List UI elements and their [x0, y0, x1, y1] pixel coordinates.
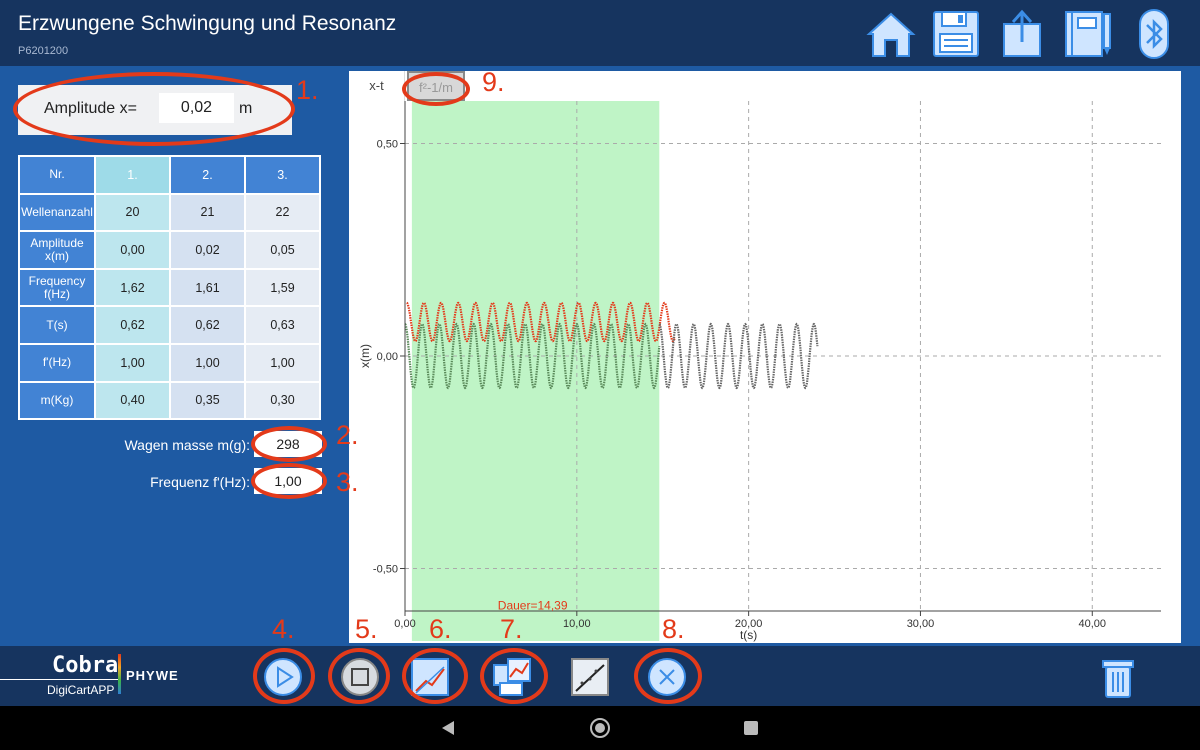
xt-chart[interactable]: 0,00 10,00 20,00 30,00 40,000,500,00-0,50t(s… — [349, 71, 1181, 643]
android-nav-bar — [0, 706, 1200, 750]
table-cell: 0,35 — [169, 380, 246, 421]
annotation-number-9: 9. — [482, 67, 505, 97]
table-cell: 0,05 — [244, 230, 321, 270]
column-header-1[interactable]: 1. — [94, 155, 171, 195]
table-row: Frequency f(Hz) 1,62 1,61 1,59 — [18, 267, 321, 308]
table-cell: 1,61 — [169, 267, 246, 308]
annotation-number-1: 1. — [296, 75, 319, 105]
x-axis-label: t(s) — [740, 628, 757, 642]
back-icon[interactable] — [440, 720, 456, 736]
y-axis-label: x(m) — [358, 344, 372, 368]
x-tick-label: 0,00 — [394, 618, 415, 630]
table-cell: 20 — [94, 192, 171, 233]
column-header-2[interactable]: 2. — [169, 155, 246, 195]
table-cell: 0,00 — [94, 230, 171, 270]
experiment-id: P6201200 — [18, 45, 69, 57]
annotation-ring-mass — [251, 426, 327, 462]
series-line-3 — [658, 322, 819, 390]
table-row: T(s) 0,62 0,62 0,63 — [18, 305, 321, 345]
recents-icon[interactable] — [744, 721, 758, 735]
frequency-label: Frequenz f'(Hz): — [150, 474, 250, 490]
annotation-ring-chart-fit — [402, 648, 468, 704]
annotation-number-5: 5. — [355, 614, 378, 644]
table-row: Wellenanzahl 20 21 22 — [18, 192, 321, 233]
chart-grid — [405, 101, 1161, 641]
table-row: f'(Hz) 1,00 1,00 1,00 — [18, 342, 321, 383]
table-cell: 0,40 — [94, 380, 171, 421]
annotation-ring-play — [253, 648, 315, 704]
table-cell: 1,00 — [244, 342, 321, 383]
row-label: Amplitude x(m) — [18, 230, 96, 270]
annotation-number-3: 3. — [336, 467, 359, 497]
x-tick-label: 30,00 — [907, 618, 935, 630]
annotation-ring-amplitude — [13, 72, 295, 146]
annotation-number-4: 4. — [272, 614, 295, 644]
bottom-toolbar: Cobra PHYWE DigiCartAPP — [0, 646, 1200, 706]
table-cell: 0,62 — [94, 305, 171, 345]
annotation-ring-cancel — [634, 648, 702, 704]
y-tick-label: 0,00 — [377, 351, 398, 363]
x-tick-label: 10,00 — [563, 618, 591, 630]
table-cell: 1,00 — [169, 342, 246, 383]
annotation-ring-tab — [402, 72, 470, 106]
line-fit-icon[interactable] — [568, 655, 612, 699]
save-icon[interactable] — [930, 8, 982, 60]
app-header: Erzwungene Schwingung und Resonanz P6201… — [0, 0, 1200, 66]
bluetooth-icon[interactable] — [1128, 8, 1180, 60]
row-label: f'(Hz) — [18, 342, 96, 383]
trash-icon[interactable] — [1096, 655, 1140, 699]
table-cell: 1,00 — [94, 342, 171, 383]
table-cell: 21 — [169, 192, 246, 233]
home-icon[interactable] — [865, 8, 917, 60]
table-header-row: Nr. 1. 2. 3. — [18, 155, 321, 195]
results-table: Nr. 1. 2. 3. Wellenanzahl 20 21 22 Ampli… — [18, 155, 321, 421]
duration-annotation: Dauer=14,39 — [498, 598, 568, 612]
logo-phywe: PHYWE — [126, 668, 179, 683]
table-row: Amplitude x(m) 0,00 0,02 0,05 — [18, 230, 321, 270]
export-icon[interactable] — [996, 8, 1048, 60]
row-label: T(s) — [18, 305, 96, 345]
logo-cobra: Cobra — [52, 653, 119, 678]
annotation-number-7: 7. — [500, 614, 523, 644]
logo-divider — [0, 679, 118, 680]
annotation-number-8: 8. — [662, 614, 685, 644]
table-header-label: Nr. — [18, 155, 96, 195]
notebook-icon[interactable] — [1062, 8, 1114, 60]
annotation-ring-stop — [328, 648, 390, 704]
mass-label: Wagen masse m(g): — [124, 437, 250, 453]
y-tick-label: 0,50 — [377, 139, 398, 151]
chart-panel: x-t f²-1/m 0,00 10,00 20,00 30,00 40,00 0,50 0… — [349, 71, 1181, 643]
column-header-3[interactable]: 3. — [244, 155, 321, 195]
table-cell: 0,30 — [244, 380, 321, 421]
home-nav-icon[interactable] — [589, 717, 611, 739]
logo-subtitle: DigiCartAPP — [47, 683, 115, 697]
y-tick-label: -0,50 — [373, 564, 398, 576]
table-cell: 1,62 — [94, 267, 171, 308]
row-label: Wellenanzahl — [18, 192, 96, 233]
table-cell: 0,02 — [169, 230, 246, 270]
selection-highlight — [411, 101, 660, 641]
annotation-ring-chart-compare — [480, 648, 548, 704]
row-label: Frequency f(Hz) — [18, 267, 96, 308]
annotation-number-2: 2. — [336, 420, 359, 450]
x-tick-label: 40,00 — [1079, 618, 1107, 630]
table-row: m(Kg) 0,40 0,35 0,30 — [18, 380, 321, 421]
page-title: Erzwungene Schwingung und Resonanz — [18, 12, 397, 35]
table-cell: 0,62 — [169, 305, 246, 345]
row-label: m(Kg) — [18, 380, 96, 421]
table-cell: 22 — [244, 192, 321, 233]
annotation-number-6: 6. — [429, 614, 452, 644]
table-cell: 0,63 — [244, 305, 321, 345]
logo-color-bar — [118, 654, 121, 694]
table-cell: 1,59 — [244, 267, 321, 308]
annotation-ring-frequency — [251, 463, 327, 499]
